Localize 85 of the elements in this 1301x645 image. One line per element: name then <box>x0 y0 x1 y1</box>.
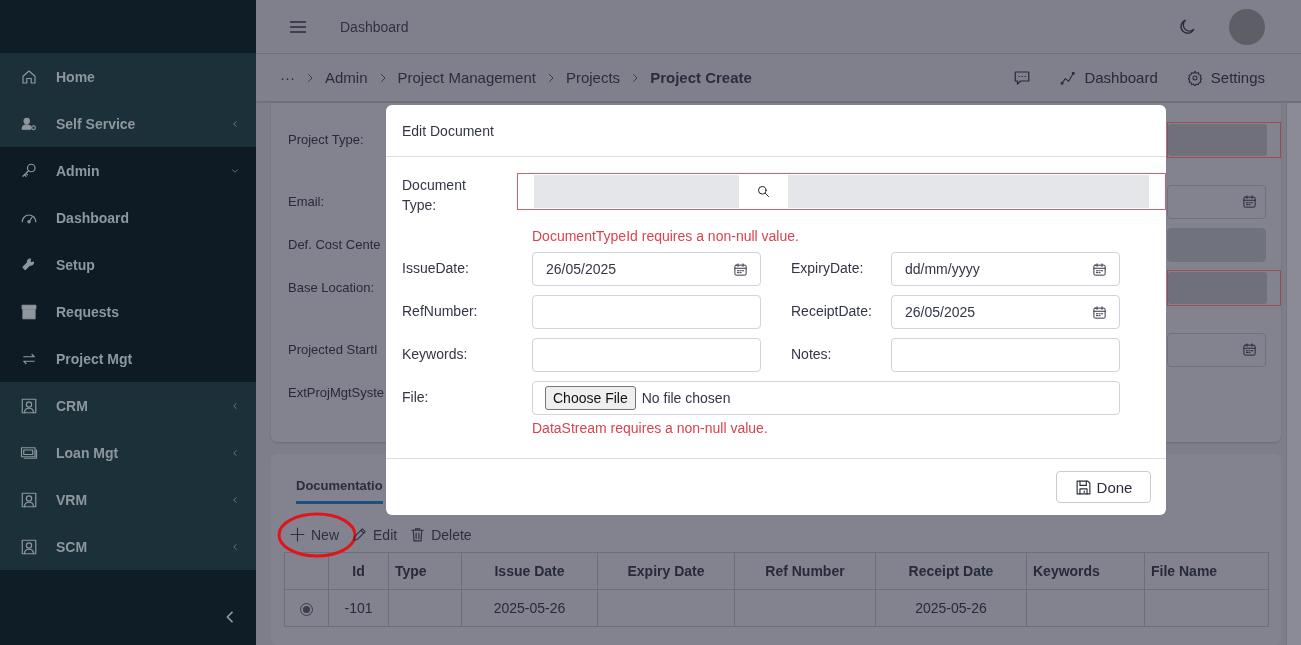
breadcrumb-item[interactable]: Project Management <box>397 69 536 86</box>
column-header[interactable]: Issue Date <box>461 552 598 590</box>
calendar-icon <box>1242 194 1257 209</box>
error-message: DocumentTypeId requires a non-null value. <box>531 228 800 244</box>
person-frame-icon <box>20 396 38 415</box>
column-header[interactable]: Keywords <box>1026 552 1145 590</box>
key-icon <box>20 161 38 180</box>
field-label: Projected StartI <box>288 342 378 357</box>
trash-icon <box>409 526 427 543</box>
sidebar-item[interactable]: CRM <box>0 382 256 429</box>
sidebar-item[interactable]: Home <box>0 53 256 100</box>
field-label: Def. Cost Cente <box>288 237 381 252</box>
date-field[interactable]: 26/05/2025 <box>532 252 761 286</box>
calendar-icon <box>1092 304 1107 320</box>
text-field[interactable] <box>532 338 761 372</box>
field-label: IssueDate: <box>402 259 470 278</box>
table-cell: 2025-05-26 <box>915 600 987 616</box>
calendar-icon <box>733 261 748 277</box>
search-icon <box>756 184 771 199</box>
field-label: Notes: <box>790 345 833 364</box>
chevron-left-icon <box>230 541 240 552</box>
error-message: DataStream requires a non-null value. <box>531 420 769 436</box>
sidebar-item[interactable]: SCM <box>0 523 256 570</box>
toolbar-link[interactable]: Dashboard <box>1060 69 1158 86</box>
tab[interactable]: Documentatio <box>296 474 383 504</box>
breadcrumb-item[interactable]: Projects <box>565 69 621 86</box>
gear-icon <box>1186 69 1203 86</box>
sidebar-item[interactable]: Loan Mgt <box>0 429 256 476</box>
chevron-left-icon <box>230 494 240 505</box>
file-status: No file chosen <box>641 390 732 406</box>
toolbar-button[interactable]: Edit <box>351 522 398 547</box>
sidebar-item[interactable]: VRM <box>0 476 256 523</box>
calendar-icon <box>1092 261 1107 277</box>
date-field[interactable]: 26/05/2025 <box>891 295 1120 329</box>
table-cell: 2025-05-26 <box>493 600 566 616</box>
chevron-left-icon <box>230 118 240 129</box>
field-label: RefNumber: <box>402 302 479 321</box>
field-label: Base Location: <box>288 280 374 295</box>
column-header[interactable]: Receipt Date <box>875 552 1027 590</box>
field-label: ExtProjMgtSyste <box>288 385 385 400</box>
column-header[interactable]: Type <box>388 552 462 590</box>
chevron-left-icon <box>230 400 240 411</box>
avatar[interactable] <box>1229 8 1265 45</box>
toolbar-link[interactable]: Settings <box>1186 69 1265 86</box>
field-label: Document Type: <box>402 176 467 215</box>
form-field[interactable] <box>1167 227 1266 262</box>
chat-icon <box>1013 68 1032 87</box>
calendar-icon <box>1242 342 1257 357</box>
form-field[interactable] <box>1168 271 1267 304</box>
file-field[interactable]: Choose File No file chosen <box>532 381 1120 415</box>
form-field[interactable] <box>1167 332 1266 367</box>
chevron-left-icon <box>230 447 240 458</box>
toolbar-button[interactable]: Delete <box>409 522 472 547</box>
sidebar-item[interactable]: Self Service <box>0 100 256 147</box>
page-title: Dashboard <box>340 18 410 35</box>
choose-file-button[interactable]: Choose File <box>545 386 636 410</box>
date-field[interactable]: dd/mm/yyyy <box>891 252 1120 286</box>
field-label: Email: <box>288 194 325 209</box>
table-cell: -101 <box>344 600 373 616</box>
archive-icon <box>20 302 38 321</box>
field-label: ExpiryDate: <box>790 259 865 278</box>
field-label: File: <box>402 388 430 407</box>
person-frame-icon <box>20 537 38 556</box>
plus-icon <box>289 526 306 543</box>
column-header[interactable]: Expiry Date <box>597 552 735 590</box>
scrollbar[interactable] <box>1286 103 1301 645</box>
column-header[interactable]: Id <box>328 552 389 590</box>
breadcrumb-item[interactable]: Project Create <box>650 69 752 86</box>
form-field[interactable] <box>1167 184 1266 219</box>
text-field[interactable] <box>532 295 761 329</box>
lookup-field[interactable] <box>517 173 1166 210</box>
breadcrumb-item[interactable]: Admin <box>325 69 368 86</box>
column-header[interactable]: File Name <box>1144 552 1269 590</box>
field-label: Project Type: <box>288 132 364 147</box>
text-field[interactable] <box>891 338 1120 372</box>
breadcrumb-item[interactable]: ··· <box>280 69 295 86</box>
chart-line-icon <box>1060 69 1077 86</box>
pencil-icon <box>351 526 368 543</box>
form-field[interactable] <box>1168 123 1267 156</box>
field-label: ReceiptDate: <box>790 302 873 321</box>
dialog-title: Edit Document <box>402 122 494 139</box>
field-label: Keywords: <box>402 345 469 364</box>
person-frame-icon <box>20 490 38 509</box>
column-header[interactable]: Ref Number <box>734 552 876 590</box>
done-button[interactable]: Done <box>1056 471 1151 503</box>
